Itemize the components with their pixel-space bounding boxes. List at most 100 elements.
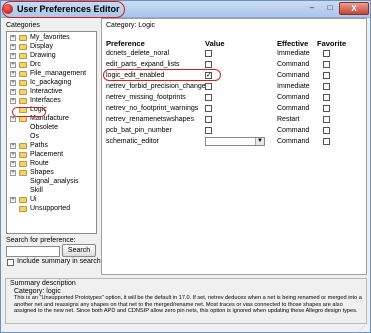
folder-icon: [19, 35, 27, 41]
search-input[interactable]: [6, 246, 60, 257]
preference-column-header: Preference: [106, 39, 145, 48]
pref-value-checkbox[interactable]: [205, 94, 212, 101]
folder-icon: [19, 197, 27, 203]
folder-icon: [19, 71, 27, 77]
preferences-panel: Category: Logic Preference Value Effecti…: [101, 18, 367, 275]
pref-effective: Immediate: [277, 83, 310, 90]
summary-box: Summary description Category: logic This…: [5, 278, 367, 324]
expand-icon[interactable]: +: [10, 35, 16, 41]
favorite-checkbox[interactable]: [323, 50, 330, 57]
folder-icon: [19, 53, 27, 59]
pref-name: netrev_no_footprint_warnings: [106, 105, 199, 112]
tree-item-label: My_favorites: [30, 34, 70, 41]
value-column-header: Value: [205, 39, 225, 48]
chevron-down-icon[interactable]: ▼: [255, 138, 264, 145]
expand-icon[interactable]: +: [10, 161, 16, 167]
tree-item-label: Placement: [30, 151, 64, 158]
folder-icon: [19, 170, 27, 176]
category-tree[interactable]: + My_favorites + Display + Drawing + Drc…: [6, 31, 97, 234]
tree-item-label: Shapes: [30, 169, 54, 176]
tree-item-label: Unsupported: [30, 205, 71, 212]
maximize-button[interactable]: □: [321, 2, 339, 15]
pref-name: netrev_missing_footprints: [106, 94, 186, 101]
tree-item-label: Paths: [30, 142, 48, 149]
pref-value-checkbox[interactable]: [205, 83, 212, 90]
tree-item-label: File_management: [30, 70, 87, 77]
tree-item-label: Obsolete: [30, 124, 59, 131]
pref-effective: Command: [277, 61, 310, 68]
pref-effective: Command: [277, 138, 310, 145]
pref-row-netrev-renamenetswshapes: netrev_renamenetswshapes Restart: [102, 115, 366, 126]
tree-item-label: Os: [30, 133, 39, 140]
favorite-checkbox[interactable]: [323, 138, 330, 145]
folder-icon: [19, 44, 27, 50]
expand-icon[interactable]: +: [10, 80, 16, 86]
pref-effective: Immediate: [277, 50, 310, 57]
tree-item-label: Drawing: [30, 52, 56, 59]
summary-text: This is an "Unsupported Prototypes" opti…: [14, 295, 362, 314]
pref-effective: Command: [277, 127, 310, 134]
schematic-editor-select[interactable]: ▼: [205, 137, 265, 146]
favorite-checkbox[interactable]: [323, 127, 330, 134]
pref-value-checkbox[interactable]: [205, 105, 212, 112]
logic-edit-highlight-ring: [103, 69, 221, 81]
expand-icon[interactable]: +: [10, 170, 16, 176]
pref-name: netrev_forbid_precision_change: [106, 83, 206, 90]
pref-row-schematic-editor: schematic_editor ▼ Command: [102, 137, 366, 148]
pref-value-checkbox[interactable]: [205, 116, 212, 123]
resize-grip-icon[interactable]: ⋰: [359, 325, 367, 332]
title-bar[interactable]: User Preferences Editor ‒ □ X: [1, 1, 370, 18]
pref-row-netrev-missing-footprints: netrev_missing_footprints Command: [102, 93, 366, 104]
user-preferences-window: User Preferences Editor ‒ □ X Categories…: [0, 0, 371, 333]
pref-value-checkbox[interactable]: [205, 50, 212, 57]
minimize-button[interactable]: ‒: [303, 2, 321, 15]
expand-icon[interactable]: +: [10, 53, 16, 59]
tree-item-label: Interactive: [30, 88, 63, 95]
pref-row-netrev-no-footprint-warnings: netrev_no_footprint_warnings Command: [102, 104, 366, 115]
pref-name: netrev_renamenetswshapes: [106, 116, 194, 123]
pref-name: edit_parts_expand_lists: [106, 61, 180, 68]
summary-category: Category: logic: [14, 288, 61, 295]
favorite-checkbox[interactable]: [323, 116, 330, 123]
expand-icon[interactable]: +: [10, 62, 16, 68]
tree-item-label: Drc: [30, 61, 41, 68]
category-heading: Category: Logic: [106, 22, 156, 29]
tree-item-label: Interfaces: [30, 97, 61, 104]
search-button[interactable]: Search: [62, 244, 96, 257]
pref-effective: Command: [277, 94, 310, 101]
pref-value-checkbox[interactable]: [205, 127, 212, 134]
favorite-checkbox[interactable]: [323, 94, 330, 101]
folder-icon: [19, 206, 27, 212]
favorite-checkbox[interactable]: [323, 83, 330, 90]
expand-icon[interactable]: +: [10, 89, 16, 95]
folder-icon: [19, 152, 27, 158]
pref-name: pcb_bat_pin_number: [106, 127, 172, 134]
pref-row-dcnets-delete-noral: dcnets_delete_noral Immediate: [102, 49, 366, 60]
favorite-checkbox[interactable]: [323, 61, 330, 68]
favorite-checkbox[interactable]: [323, 72, 330, 79]
expand-icon[interactable]: +: [10, 197, 16, 203]
pref-name: dcnets_delete_noral: [106, 50, 170, 57]
pref-value-checkbox[interactable]: [205, 61, 212, 68]
expand-icon[interactable]: +: [10, 143, 16, 149]
favorite-checkbox[interactable]: [323, 105, 330, 112]
categories-label: Categories: [6, 22, 40, 29]
folder-icon: [19, 89, 27, 95]
tree-item-label: Ui: [30, 196, 37, 203]
tree-item-label: Display: [30, 43, 53, 50]
expand-icon[interactable]: +: [10, 71, 16, 77]
title-highlight-ring: [2, 1, 125, 18]
expand-icon[interactable]: +: [10, 98, 16, 104]
summary-legend: Summary description: [10, 280, 76, 287]
include-summary-checkbox[interactable]: [7, 259, 14, 266]
search-label: Search for preference:: [6, 237, 76, 244]
close-button[interactable]: X: [339, 2, 369, 15]
tree-item-label: Signal_analysis: [30, 178, 79, 185]
pref-name: schematic_editor: [106, 138, 159, 145]
include-summary-label: Include summary in search: [17, 258, 101, 265]
expand-icon[interactable]: +: [10, 152, 16, 158]
folder-icon: [19, 161, 27, 167]
folder-icon: [19, 98, 27, 104]
folder-icon: [19, 80, 27, 86]
expand-icon[interactable]: +: [10, 44, 16, 50]
